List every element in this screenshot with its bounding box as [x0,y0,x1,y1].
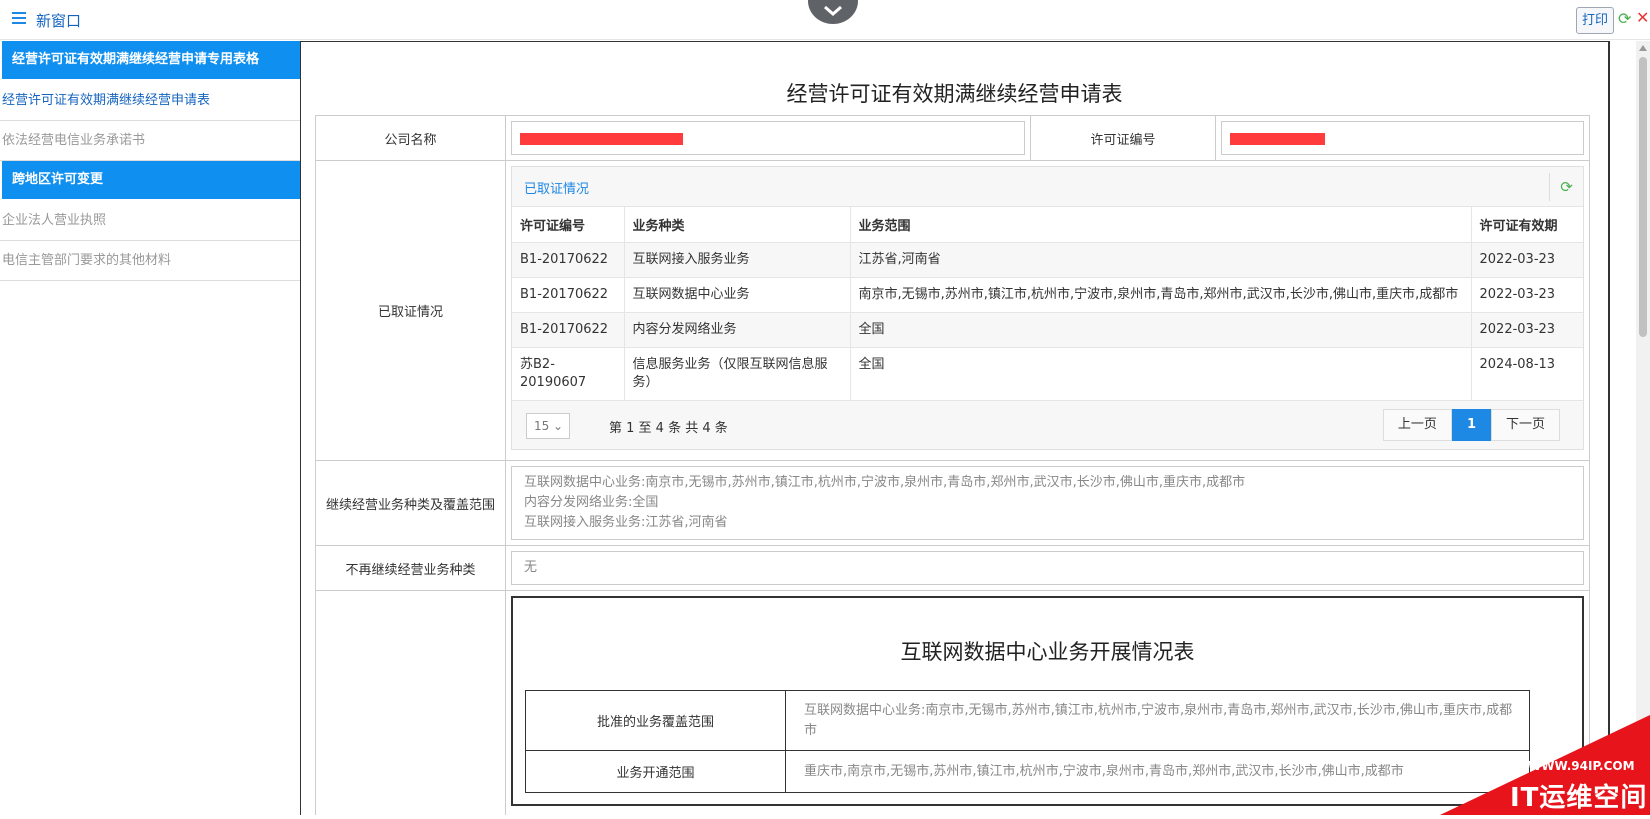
redaction-mark [520,133,683,145]
window-toolbar: 新窗口 打印 ⟳ ✕ [0,0,1650,40]
form-title: 经营许可证有效期满继续经营申请表 [301,78,1608,108]
refresh-icon[interactable]: ⟳ [1618,11,1631,27]
panel-title: 已取证情况 [524,178,589,197]
column-header[interactable]: 许可证编号 [512,207,624,242]
pagination-bar: 15⌄ 第 1 至 4 条 共 4 条 上一页 1 下一页 [512,401,1583,449]
column-header[interactable]: 许可证有效期 [1471,207,1583,242]
continue-business-label: 继续经营业务种类及覆盖范围 [316,461,506,546]
next-page-button[interactable]: 下一页 [1491,409,1560,441]
obtained-licenses-label: 已取证情况 [316,161,506,461]
table-row: B1-20170622 互联网接入服务业务 江苏省,河南省 2022-03-23 [512,242,1583,277]
license-number-label: 许可证编号 [1031,116,1216,161]
prev-page-button[interactable]: 上一页 [1383,409,1452,441]
continue-business-textarea[interactable]: 互联网数据中心业务:南京市,无锡市,苏州市,镇江市,杭州市,宁波市,泉州市,青岛… [511,466,1584,540]
column-header[interactable]: 业务范围 [850,207,1471,242]
table-row: 苏B2-20190607 信息服务业务（仅限互联网信息服务） 全国 2024-0… [512,347,1583,400]
discontinue-business-label: 不再继续经营业务种类 [316,546,506,591]
sidebar-item-business-license[interactable]: 企业法人营业执照 [0,201,300,241]
scroll-up-arrow[interactable] [1639,45,1647,51]
license-number-input[interactable] [1221,121,1584,155]
pagination-info: 第 1 至 4 条 共 4 条 [609,417,728,436]
print-button[interactable]: 打印 [1576,7,1614,34]
idc-business-table: 批准的业务覆盖范围 互联网数据中心业务:南京市,无锡市,苏州市,镇江市,杭州市,… [525,690,1530,793]
collapse-toggle-button[interactable] [808,0,858,24]
opened-scope-value[interactable]: 重庆市,南京市,无锡市,苏州市,镇江市,杭州市,宁波市,泉州市,青岛市,郑州市,… [786,751,1530,793]
refresh-icon[interactable]: ⟳ [1549,173,1583,201]
page-size-select[interactable]: 15⌄ [526,413,570,439]
table-row: B1-20170622 内容分发网络业务 全国 2022-03-23 [512,312,1583,347]
approved-scope-label: 批准的业务覆盖范围 [526,691,786,751]
subform-title: 互联网数据中心业务开展情况表 [513,636,1582,666]
watermark-name: IT运维空间 [1510,777,1647,814]
company-name-label: 公司名称 [316,116,506,161]
sidebar-item-renewal-application[interactable]: 经营许可证有效期满继续经营申请表 [0,81,300,121]
approved-scope-value[interactable]: 互联网数据中心业务:南京市,无锡市,苏州市,镇江市,杭州市,宁波市,泉州市,青岛… [786,691,1530,751]
column-header[interactable]: 业务种类 [624,207,850,242]
scroll-thumb[interactable] [1639,57,1647,337]
sidebar-item-other-materials[interactable]: 电信主管部门要求的其他材料 [0,241,300,281]
table-row: B1-20170622 互联网数据中心业务 南京市,无锡市,苏州市,镇江市,杭州… [512,277,1583,312]
obtained-licenses-panel: 已取证情况 ⟳ 许可证编号 业务种类 业务范围 许可证有效期 B1-201706… [511,166,1584,450]
sidebar-header-renewal-forms[interactable]: 经营许可证有效期满继续经营申请专用表格 [2,41,300,79]
sidebar-item-commitment-letter[interactable]: 依法经营电信业务承诺书 [0,121,300,161]
sidebar: 经营许可证有效期满继续经营申请专用表格 经营许可证有效期满继续经营申请表 依法经… [0,41,300,815]
close-icon[interactable]: ✕ [1636,10,1649,26]
menu-icon[interactable] [12,12,26,24]
sidebar-header-cross-region-change[interactable]: 跨地区许可变更 [2,161,300,199]
licenses-table: 许可证编号 业务种类 业务范围 许可证有效期 B1-20170622 互联网接入… [512,207,1583,401]
opened-scope-label: 业务开通范围 [526,751,786,793]
company-name-input[interactable] [511,121,1025,155]
redaction-mark [1230,133,1325,145]
form-document: 经营许可证有效期满继续经营申请表 公司名称 许可证编号 已取证情况 已取证情 [300,41,1610,815]
application-form-table: 公司名称 许可证编号 已取证情况 已取证情况 ⟳ [315,115,1590,815]
watermark-url: WWW.94IP.COM [1528,759,1635,773]
window-title[interactable]: 新窗口 [36,10,81,31]
discontinue-business-input[interactable]: 无 [511,551,1584,585]
site-watermark: WWW.94IP.COM IT运维空间 [1420,695,1650,815]
chevron-down-icon [823,5,843,17]
page-1-button[interactable]: 1 [1452,409,1491,441]
